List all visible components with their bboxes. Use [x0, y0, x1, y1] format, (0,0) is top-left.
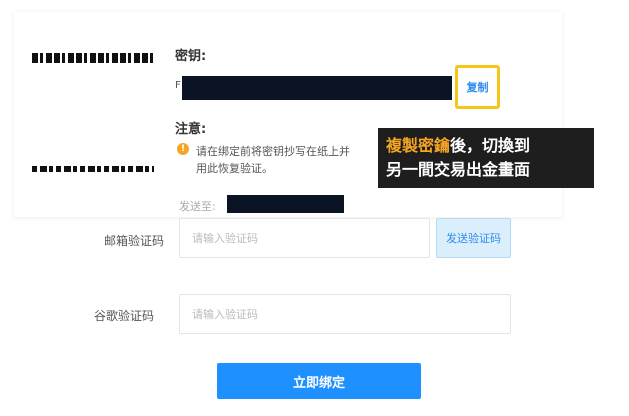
send-code-button[interactable]: 发送验证码	[436, 218, 511, 258]
annotation-highlight: 複製密鑰	[386, 136, 451, 155]
google-code-label: 谷歌验证码	[93, 309, 154, 323]
qr-code	[32, 40, 154, 176]
instruction-annotation: 複製密鑰後，切換到 另一間交易出金畫面	[378, 128, 594, 188]
notice-title: 注意:	[175, 122, 207, 137]
bind-now-button[interactable]: 立即绑定	[217, 363, 421, 399]
secret-key-title: 密钥:	[175, 49, 207, 64]
notice-text-line2: 用此恢复验证。	[196, 162, 273, 175]
email-code-label: 邮箱验证码	[103, 234, 164, 248]
annotation-line1: 複製密鑰後，切換到	[386, 134, 586, 158]
send-to-redacted	[227, 195, 344, 213]
email-code-input[interactable]	[179, 218, 430, 258]
annotation-line1-rest: 後，切換到	[450, 136, 531, 155]
notice-text-line1: 请在绑定前将密钥抄写在纸上并	[196, 145, 350, 158]
qr-code-bottom-strip	[32, 166, 154, 172]
secret-key-redacted	[182, 76, 452, 100]
secret-key-prefix: F	[175, 80, 181, 91]
send-to-label: 发送至:	[179, 200, 216, 213]
copy-key-highlight: 复制	[455, 65, 500, 109]
copy-key-button[interactable]: 复制	[467, 79, 489, 95]
google-code-input[interactable]	[179, 294, 511, 334]
qr-code-top-strip	[32, 53, 154, 63]
annotation-line2: 另一間交易出金畫面	[386, 160, 531, 179]
warning-icon: !	[177, 143, 189, 155]
